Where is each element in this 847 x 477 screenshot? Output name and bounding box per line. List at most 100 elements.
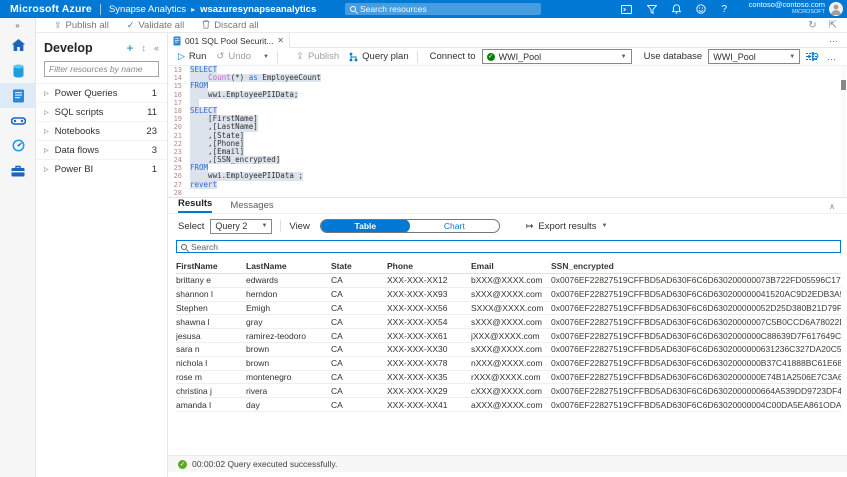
resize-panel-icon[interactable]: ⇱ [829, 20, 837, 31]
code-line[interactable]: 28 [168, 189, 847, 197]
expand-chevron-icon[interactable]: ▷ [44, 128, 49, 135]
export-results-button[interactable]: ↦ Export results ▼ [526, 221, 608, 232]
nav-home-button[interactable] [0, 33, 36, 58]
column-header[interactable]: LastName [246, 261, 331, 271]
column-header[interactable]: FirstName [176, 261, 246, 271]
editor-tab-bar: 001 SQL Pool Securit... ✕ … [168, 33, 847, 48]
discard-all-button[interactable]: Discard all [202, 20, 258, 31]
code-line[interactable]: 24 ,[SSN_encrypted] [168, 156, 847, 164]
column-header[interactable]: SSN_encrypted [551, 261, 841, 271]
tab-title: 001 SQL Pool Securit... [185, 36, 273, 46]
sql-script-tab[interactable]: 001 SQL Pool Securit... ✕ [168, 33, 290, 48]
close-tab-icon[interactable]: ✕ [277, 36, 284, 45]
column-header[interactable]: Email [471, 261, 551, 271]
expand-chevron-icon[interactable]: ▷ [44, 147, 49, 154]
develop-tree-item[interactable]: ▷Notebooks23 [36, 121, 167, 140]
undo-dropdown-button[interactable]: ▼ [261, 54, 269, 60]
code-line[interactable]: 18SELECT [168, 107, 847, 115]
sql-code-editor[interactable]: 13SELECT14 Count(*) as EmployeeCount15FR… [168, 66, 847, 197]
main-area: 001 SQL Pool Securit... ✕ … ▷ Run ↺ Undo… [168, 33, 847, 477]
table-row[interactable]: amanda ldayCAXXX-XXX-XX41aXXX@XXXX.com0x… [176, 398, 841, 412]
table-cell: SXXX@XXXX.com [471, 303, 551, 313]
column-header[interactable]: Phone [387, 261, 471, 271]
directory-filter-icon[interactable] [647, 5, 657, 14]
expand-all-icon[interactable]: ↕ [141, 43, 146, 53]
table-row[interactable]: nichola lbrownCAXXX-XXX-XX78nXXX@XXXX.co… [176, 357, 841, 371]
table-row[interactable]: shannon lherndonCAXXX-XXX-XX93sXXX@XXXX.… [176, 288, 841, 302]
query-plan-icon [349, 52, 358, 62]
code-line[interactable]: 20 ,[LastName] [168, 123, 847, 131]
validate-all-button[interactable]: ✓ Validate all [127, 20, 184, 31]
avatar[interactable] [829, 2, 843, 16]
account-info[interactable]: contoso@contoso.com MICROSOFT [749, 1, 825, 15]
publish-all-button[interactable]: ⇪ Publish all [54, 20, 109, 31]
code-line[interactable]: 26 wwi.EmployeePIIData ; [168, 172, 847, 180]
table-cell: nichola l [176, 358, 246, 368]
publish-button[interactable]: ⇪ Publish [296, 51, 339, 62]
global-search-input[interactable] [360, 4, 536, 14]
toolbar-more-icon[interactable]: … [827, 52, 837, 62]
develop-tree-item[interactable]: ▷Power Queries1 [36, 83, 167, 102]
nav-monitor-button[interactable] [0, 133, 36, 158]
cloud-shell-icon[interactable] [621, 5, 632, 14]
table-row[interactable]: shawna lgrayCAXXX-XXX-XX54sXXX@XXXX.com0… [176, 315, 841, 329]
results-search[interactable] [176, 240, 841, 253]
collapse-panel-icon[interactable]: « [154, 43, 159, 53]
expand-rail-button[interactable]: » [0, 18, 35, 33]
table-cell: 0x0076EF22827519CFFBD5AD630F6C6D63020000… [551, 400, 841, 410]
develop-tree-item[interactable]: ▷Power BI1 [36, 159, 167, 178]
help-icon[interactable]: ? [721, 4, 727, 15]
feedback-smiley-icon[interactable] [696, 4, 706, 14]
code-line[interactable]: 17 [168, 99, 847, 107]
editor-scrollbar[interactable] [841, 66, 846, 197]
table-row[interactable]: rose mmontenegroCAXXX-XXX-XX35rXXX@XXXX.… [176, 371, 841, 385]
breadcrumb-workspace[interactable]: wsazuresynapseanalytics [200, 4, 316, 15]
tab-messages[interactable]: Messages [230, 200, 273, 213]
table-row[interactable]: sara nbrownCAXXX-XXX-XX30sXXX@XXXX.com0x… [176, 343, 841, 357]
azure-brand[interactable]: Microsoft Azure [10, 3, 92, 15]
nav-develop-button[interactable] [0, 83, 36, 108]
expand-chevron-icon[interactable]: ▷ [44, 90, 49, 97]
resource-filter-input[interactable] [49, 64, 154, 74]
collapse-results-icon[interactable]: ∧ [829, 202, 835, 211]
tab-results[interactable]: Results [178, 198, 212, 213]
table-row[interactable]: StephenEmighCAXXX-XXX-XX56SXXX@XXXX.com0… [176, 302, 841, 316]
notifications-bell-icon[interactable] [672, 4, 681, 14]
view-chart-toggle[interactable]: Chart [410, 219, 499, 233]
use-database-select[interactable]: WWI_Pool ▼ [708, 49, 800, 64]
code-line[interactable]: 19 [FirstName] [168, 115, 847, 123]
tabbar-more-icon[interactable]: … [829, 34, 839, 44]
nav-manage-button[interactable] [0, 158, 36, 183]
code-line[interactable]: 14 Count(*) as EmployeeCount [168, 74, 847, 82]
run-button[interactable]: ▷ Run [178, 51, 206, 62]
expand-chevron-icon[interactable]: ▷ [44, 109, 49, 116]
code-line[interactable]: 22 ,[Phone] [168, 140, 847, 148]
results-search-input[interactable] [191, 242, 836, 252]
view-table-toggle[interactable]: Table [321, 219, 410, 233]
code-line[interactable]: 21 ,[State] [168, 132, 847, 140]
code-line[interactable]: 16 wwi.EmployeePIIData; [168, 91, 847, 99]
table-cell: XXX-XXX-XX93 [387, 289, 471, 299]
table-row[interactable]: christina jriveraCAXXX-XXX-XX29cXXX@XXXX… [176, 384, 841, 398]
query-plan-button[interactable]: Query plan [349, 51, 408, 62]
breadcrumb-product[interactable]: Synapse Analytics [109, 4, 186, 15]
code-line[interactable]: 27revert [168, 181, 847, 189]
add-resource-button[interactable]: + [126, 41, 133, 55]
connect-to-select[interactable]: ✓ WWI_Pool ▼ [482, 49, 632, 64]
develop-tree-item[interactable]: ▷SQL scripts11 [36, 102, 167, 121]
column-header[interactable]: State [331, 261, 387, 271]
nav-integrate-button[interactable] [0, 108, 36, 133]
global-search[interactable] [345, 3, 541, 15]
line-number: 23 [168, 148, 190, 156]
query-select[interactable]: Query 2 ▼ [210, 219, 272, 234]
undo-button[interactable]: ↺ Undo [216, 51, 251, 62]
resource-filter[interactable] [44, 61, 159, 77]
table-row[interactable]: brittany eedwardsCAXXX-XXX-XX12bXXX@XXXX… [176, 274, 841, 288]
expand-chevron-icon[interactable]: ▷ [44, 166, 49, 173]
table-row[interactable]: jesusaramirez-teodoroCAXXX-XXX-XX61jXXX@… [176, 329, 841, 343]
develop-tree-item[interactable]: ▷Data flows3 [36, 140, 167, 159]
nav-data-button[interactable] [0, 58, 36, 83]
settings-sliders-icon[interactable] [806, 52, 817, 61]
refresh-icon[interactable]: ↻ [808, 20, 816, 31]
scrollbar-thumb[interactable] [841, 80, 846, 90]
